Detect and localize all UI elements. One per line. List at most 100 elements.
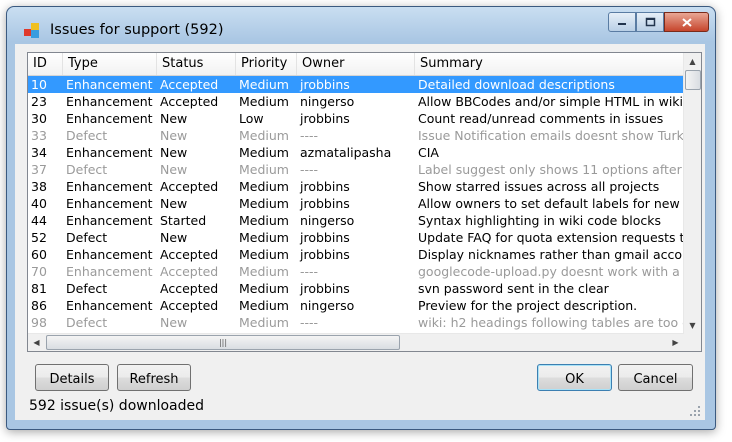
cell-type: Defect	[66, 230, 108, 245]
close-icon	[681, 17, 692, 27]
cell-type: Defect	[66, 315, 108, 330]
table-row[interactable]: 34 Enhancement New Medium azmatalipasha CIA	[28, 144, 688, 161]
cell-priority: Medium	[239, 77, 289, 92]
cell-type: Enhancement	[66, 264, 153, 279]
cell-priority: Medium	[239, 213, 289, 228]
table-row[interactable]: 37 Defect New Medium ---- Label suggest only …	[28, 161, 688, 178]
cell-summary: Display nicknames rather than gmail acco…	[418, 247, 688, 262]
table-row[interactable]: 70 Enhancement Accepted Medium ---- googlecod…	[28, 263, 688, 280]
cell-owner: ----	[300, 128, 319, 143]
cell-priority: Medium	[239, 298, 289, 313]
cell-status: Started	[160, 213, 207, 228]
column-header-id[interactable]: ID	[28, 53, 63, 75]
cell-owner: ----	[300, 315, 319, 330]
column-header-status[interactable]: Status	[157, 53, 236, 75]
app-logo-icon	[24, 23, 40, 39]
cell-status: New	[160, 196, 188, 211]
table-row[interactable]: 10 Enhancement Accepted Medium jrobbins Detai…	[28, 76, 688, 93]
cell-summary: CIA	[418, 145, 439, 160]
cell-type: Defect	[66, 281, 108, 296]
ok-button[interactable]: OK	[537, 364, 612, 391]
cell-status: New	[160, 230, 188, 245]
table-row[interactable]: 60 Enhancement Accepted Medium jrobbins Displ…	[28, 246, 688, 263]
dialog-client-area: ID Type Status Priority Owner Summary 10…	[15, 44, 705, 420]
cell-status: Accepted	[160, 281, 219, 296]
cell-status: Accepted	[160, 77, 219, 92]
column-header-owner[interactable]: Owner	[297, 53, 415, 75]
cell-summary: Allow BBCodes and/or simple HTML in wiki	[418, 94, 684, 109]
scroll-down-icon[interactable]: ▼	[684, 317, 701, 334]
maximize-button[interactable]	[636, 12, 664, 32]
cell-id: 23	[31, 94, 47, 109]
scroll-right-icon[interactable]: ▶	[667, 334, 684, 351]
scrollbar-corner	[684, 334, 701, 351]
cell-id: 60	[31, 247, 47, 262]
cell-status: New	[160, 145, 188, 160]
column-header-priority[interactable]: Priority	[236, 53, 297, 75]
horizontal-scroll-thumb[interactable]: |||	[46, 335, 400, 350]
cell-type: Enhancement	[66, 77, 153, 92]
table-row[interactable]: 23 Enhancement Accepted Medium ningerso Allow…	[28, 93, 688, 110]
table-row[interactable]: 98 Defect New Medium ---- wiki: h2 headings f…	[28, 314, 688, 331]
refresh-button[interactable]: Refresh	[117, 364, 191, 391]
cell-priority: Medium	[239, 281, 289, 296]
column-header-summary[interactable]: Summary	[415, 53, 688, 75]
cell-status: New	[160, 162, 188, 177]
table-row[interactable]: 44 Enhancement Started Medium ningerso Syntax…	[28, 212, 688, 229]
list-header: ID Type Status Priority Owner Summary	[28, 53, 688, 76]
cell-status: New	[160, 128, 188, 143]
cell-id: 33	[31, 128, 47, 143]
cell-id: 30	[31, 111, 47, 126]
cell-id: 34	[31, 145, 47, 160]
close-button[interactable]	[664, 12, 709, 32]
table-row[interactable]: 52 Defect New Medium jrobbins Update FAQ for …	[28, 229, 688, 246]
cell-summary: Preview for the project description.	[418, 298, 638, 313]
cell-summary: Syntax highlighting in wiki code blocks	[418, 213, 661, 228]
cell-id: 10	[31, 77, 47, 92]
details-button[interactable]: Details	[35, 364, 109, 391]
cell-id: 86	[31, 298, 47, 313]
cell-priority: Medium	[239, 196, 289, 211]
cell-id: 98	[31, 315, 47, 330]
cell-owner: ningerso	[300, 298, 355, 313]
cell-summary: Count read/unread comments in issues	[418, 111, 664, 126]
scroll-up-icon[interactable]: ▲	[684, 53, 701, 70]
cell-id: 37	[31, 162, 47, 177]
cell-id: 52	[31, 230, 47, 245]
cancel-button[interactable]: Cancel	[618, 364, 693, 391]
cell-status: Accepted	[160, 264, 219, 279]
cell-type: Defect	[66, 128, 108, 143]
cell-summary: Allow owners to set default labels for n…	[418, 196, 688, 211]
cell-priority: Medium	[239, 128, 289, 143]
vertical-scroll-thumb[interactable]	[685, 70, 701, 90]
table-row[interactable]: 86 Enhancement Accepted Medium ningerso Previ…	[28, 297, 688, 314]
cell-priority: Medium	[239, 179, 289, 194]
horizontal-scrollbar[interactable]: ◀ ||| ▶	[28, 333, 684, 351]
dialog-window: Issues for support (592) ID Type Status …	[6, 6, 716, 430]
title-bar[interactable]: Issues for support (592)	[7, 7, 715, 42]
cell-owner: jrobbins	[300, 196, 350, 211]
resize-grip-icon[interactable]	[689, 405, 701, 417]
cell-owner: azmatalipasha	[300, 145, 392, 160]
table-row[interactable]: 40 Enhancement New Medium jrobbins Allow owne…	[28, 195, 688, 212]
cell-summary: Show starred issues across all projects	[418, 179, 660, 194]
column-header-type[interactable]: Type	[63, 53, 157, 75]
cell-status: New	[160, 111, 188, 126]
cell-priority: Medium	[239, 230, 289, 245]
cell-id: 44	[31, 213, 47, 228]
issues-list[interactable]: ID Type Status Priority Owner Summary 10…	[27, 52, 702, 352]
minimize-button[interactable]	[608, 12, 636, 32]
list-rows: 10 Enhancement Accepted Medium jrobbins Detai…	[28, 76, 688, 331]
cell-owner: jrobbins	[300, 77, 350, 92]
window-title: Issues for support (592)	[50, 22, 224, 38]
table-row[interactable]: 33 Defect New Medium ---- Issue Notification …	[28, 127, 688, 144]
vertical-scrollbar[interactable]: ▲ ▼	[683, 53, 701, 334]
status-text: 592 issue(s) downloaded	[29, 398, 204, 414]
table-row[interactable]: 30 Enhancement New Low jrobbins Count read/un…	[28, 110, 688, 127]
cell-type: Enhancement	[66, 247, 153, 262]
cell-owner: ningerso	[300, 213, 355, 228]
cell-priority: Low	[239, 111, 264, 126]
table-row[interactable]: 38 Enhancement Accepted Medium jrobbins Show …	[28, 178, 688, 195]
scroll-left-icon[interactable]: ◀	[28, 334, 45, 351]
table-row[interactable]: 81 Defect Accepted Medium jrobbins svn passwo…	[28, 280, 688, 297]
